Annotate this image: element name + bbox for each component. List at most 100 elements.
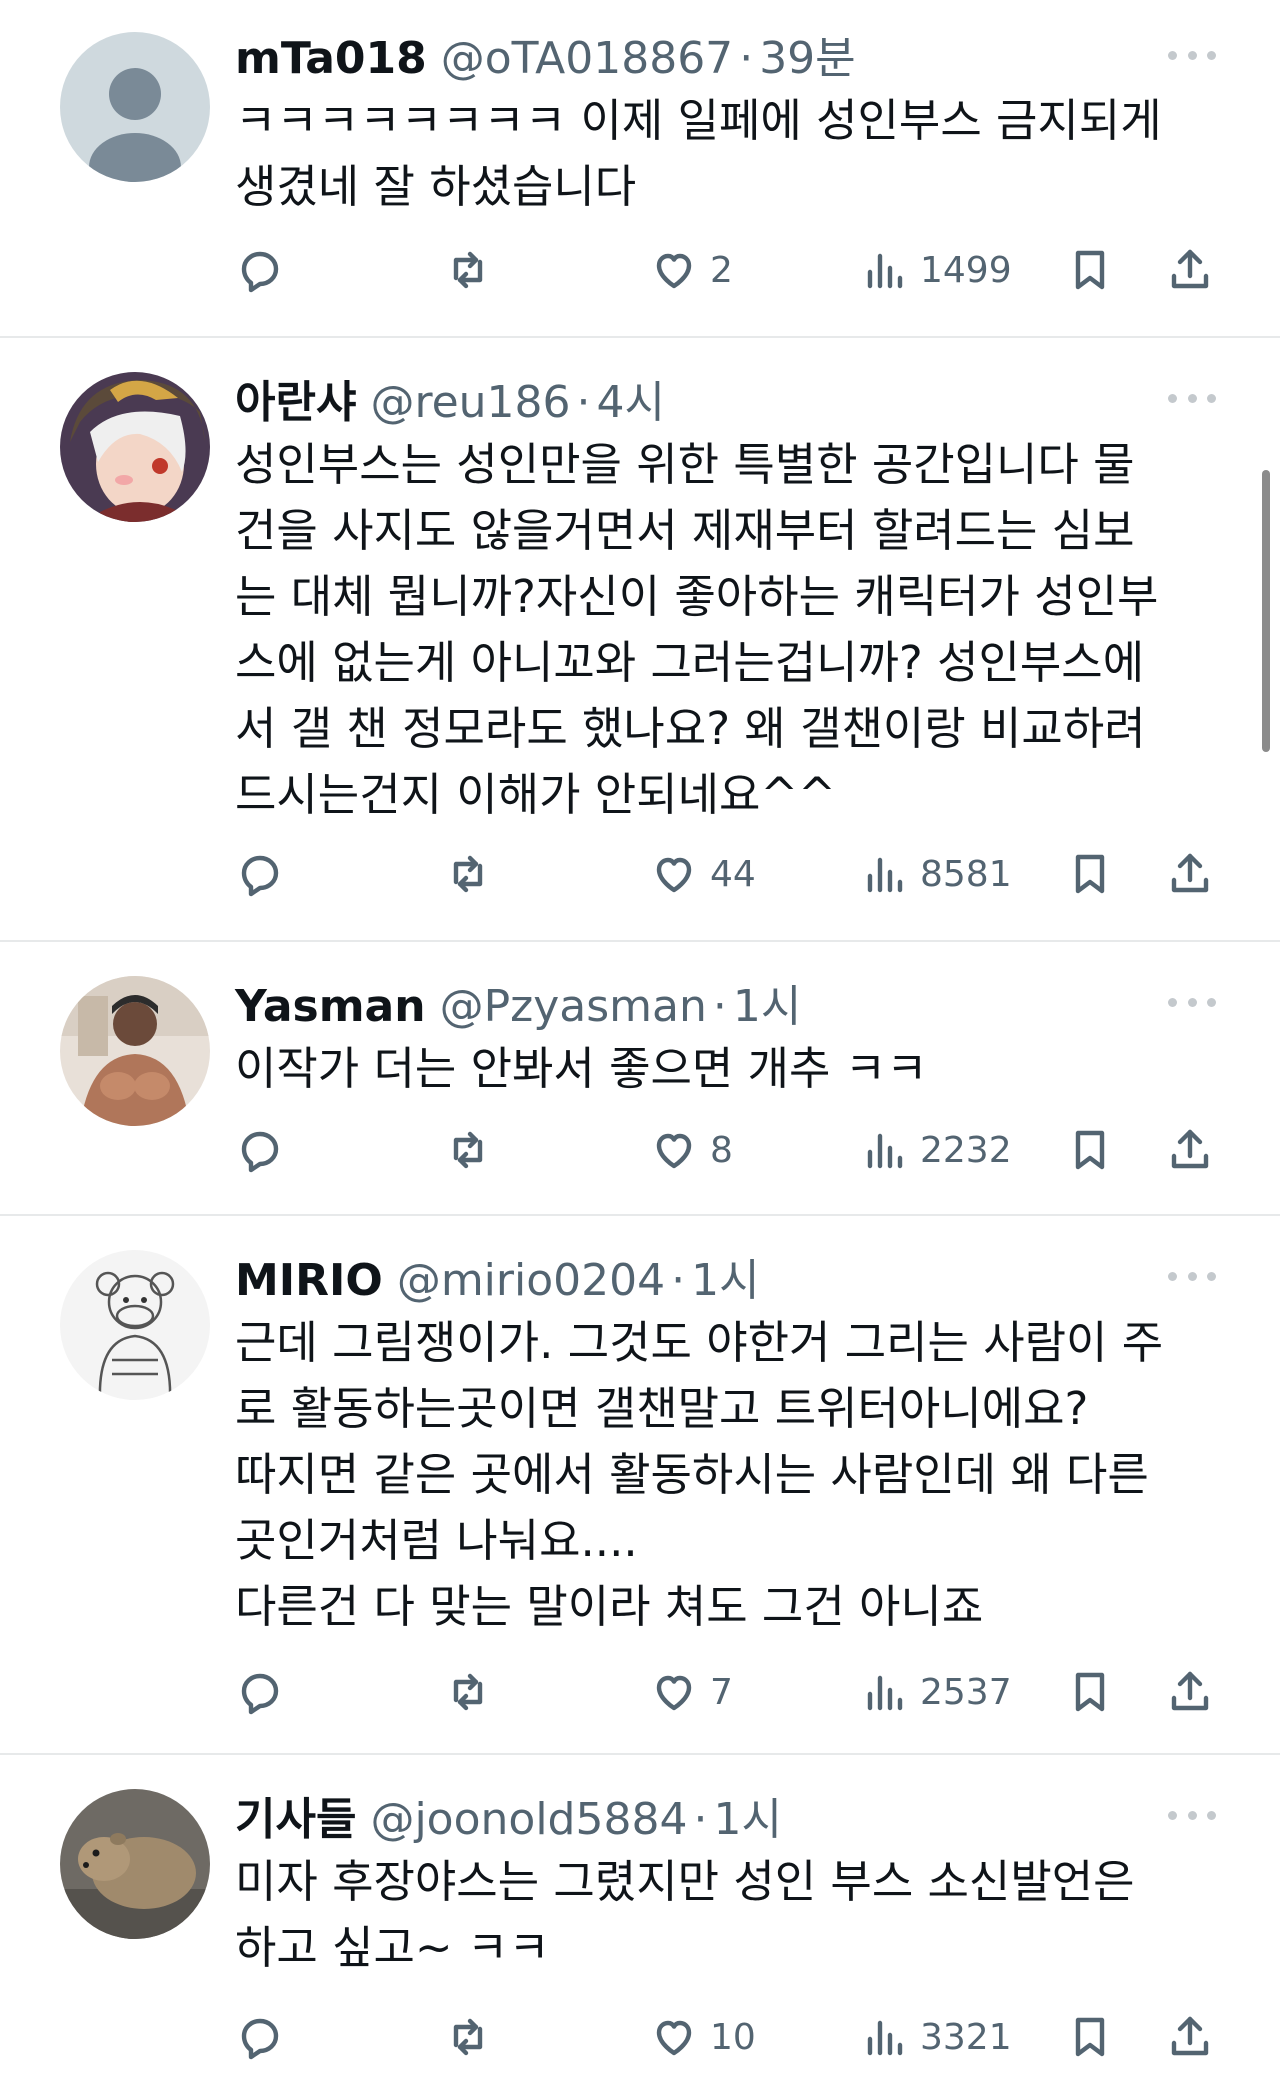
reply-button[interactable] [236,844,296,904]
handle[interactable]: @reu186 [370,377,570,428]
timestamp[interactable]: 1시 [733,970,801,1034]
bookmark-icon [1075,854,1105,894]
retweet-icon [453,251,483,289]
view-count: 8581 [920,853,1012,895]
like-button[interactable]: 44 [650,844,756,904]
view-count: 2232 [920,1129,1012,1171]
views-button[interactable]: 8581 [860,844,1012,904]
separator-dot: · [739,33,754,84]
anime-character-avatar-icon [60,372,210,522]
share-icon [1171,249,1209,289]
handle[interactable]: @joonold5884 [370,1794,687,1845]
more-icon[interactable] [1168,994,1216,1010]
retweet-button[interactable] [444,2007,504,2067]
bookmark-button[interactable] [1066,1120,1114,1180]
heart-icon [656,2020,692,2056]
retweet-icon [453,1673,483,1711]
reply-icon [241,2018,279,2060]
retweet-icon [453,1131,483,1169]
timestamp[interactable]: 1시 [713,1783,781,1847]
separator-dot: · [576,377,591,428]
avatar[interactable] [60,1789,210,1939]
reply-icon [241,251,279,293]
more-icon[interactable] [1168,1268,1216,1284]
scrollbar[interactable] [1262,470,1270,752]
view-count: 2537 [920,1671,1012,1713]
like-button[interactable]: 8 [650,1120,733,1180]
views-button[interactable]: 2537 [860,1662,1012,1722]
views-icon [867,2020,903,2056]
retweet-button[interactable] [444,1120,504,1180]
handle[interactable]: @mirio0204 [397,1255,665,1306]
share-icon [1171,2016,1209,2056]
avatar[interactable] [60,1250,210,1400]
reply-button[interactable] [236,240,296,300]
avatar[interactable] [60,372,210,522]
divider [0,1753,1280,1755]
like-count: 8 [710,1129,733,1171]
handle[interactable]: @oTA018867 [441,33,733,84]
divider [0,1214,1280,1216]
more-icon[interactable] [1168,390,1216,406]
retweet-button[interactable] [444,844,504,904]
tweet-text: 미자 후장야스는 그렸지만 성인 부스 소신발언은 하고 싶고~ ㅋㅋ [235,1855,1135,1974]
views-icon [867,1675,903,1711]
share-button[interactable] [1166,844,1214,904]
retweet-button[interactable] [444,240,504,300]
display-name[interactable]: 기사들 [235,1783,356,1847]
reply-icon [241,1673,279,1715]
bookmark-button[interactable] [1066,2007,1114,2067]
tweet-text: 근데 그림쟁이가. 그것도 야한거 그리는 사람이 주 로 활동하는곳이면 갤챈… [235,1316,1164,1633]
more-icon[interactable] [1168,1807,1216,1823]
view-count: 3321 [920,2016,1012,2058]
share-button[interactable] [1166,240,1214,300]
bookmark-button[interactable] [1066,1662,1114,1722]
bookmark-button[interactable] [1066,240,1114,300]
retweet-icon [453,855,483,893]
separator-dot: · [671,1255,686,1306]
divider [0,336,1280,338]
share-icon [1171,853,1209,893]
avatar[interactable] [60,32,210,182]
tweet-actions: 10 3321 [0,2007,1280,2067]
display-name[interactable]: mTa018 [235,33,427,84]
reply-button[interactable] [236,1120,296,1180]
like-button[interactable]: 10 [650,2007,756,2067]
reply-button[interactable] [236,2007,296,2067]
display-name[interactable]: Yasman [235,981,426,1032]
views-icon [867,857,903,893]
like-button[interactable]: 7 [650,1662,733,1722]
reply-icon [241,1131,279,1173]
timestamp[interactable]: 1시 [691,1244,759,1308]
separator-dot: · [712,981,727,1032]
like-count: 7 [710,1671,733,1713]
like-count: 2 [710,249,733,291]
more-icon[interactable] [1168,47,1216,63]
handle[interactable]: @Pzyasman [440,981,707,1032]
tweet-actions: 7 2537 [0,1662,1280,1722]
timestamp[interactable]: 4시 [597,366,665,430]
views-button[interactable]: 3321 [860,2007,1012,2067]
bookmark-button[interactable] [1066,844,1114,904]
like-count: 44 [710,853,756,895]
views-icon [867,1133,903,1169]
views-button[interactable]: 1499 [860,240,1012,300]
share-button[interactable] [1166,1662,1214,1722]
bookmark-icon [1075,1672,1105,1712]
share-button[interactable] [1166,1120,1214,1180]
share-icon [1171,1129,1209,1169]
heart-icon [656,857,692,893]
display-name[interactable]: 아란샤 [235,366,356,430]
share-button[interactable] [1166,2007,1214,2067]
heart-icon [656,1133,692,1169]
reply-button[interactable] [236,1662,296,1722]
display-name[interactable]: MIRIO [235,1255,383,1306]
divider [0,940,1280,942]
timestamp[interactable]: 39분 [759,22,855,86]
retweet-button[interactable] [444,1662,504,1722]
tweet-actions: 8 2232 [0,1120,1280,1180]
views-button[interactable]: 2232 [860,1120,1012,1180]
views-icon [867,253,903,289]
like-button[interactable]: 2 [650,240,733,300]
avatar[interactable] [60,976,210,1126]
